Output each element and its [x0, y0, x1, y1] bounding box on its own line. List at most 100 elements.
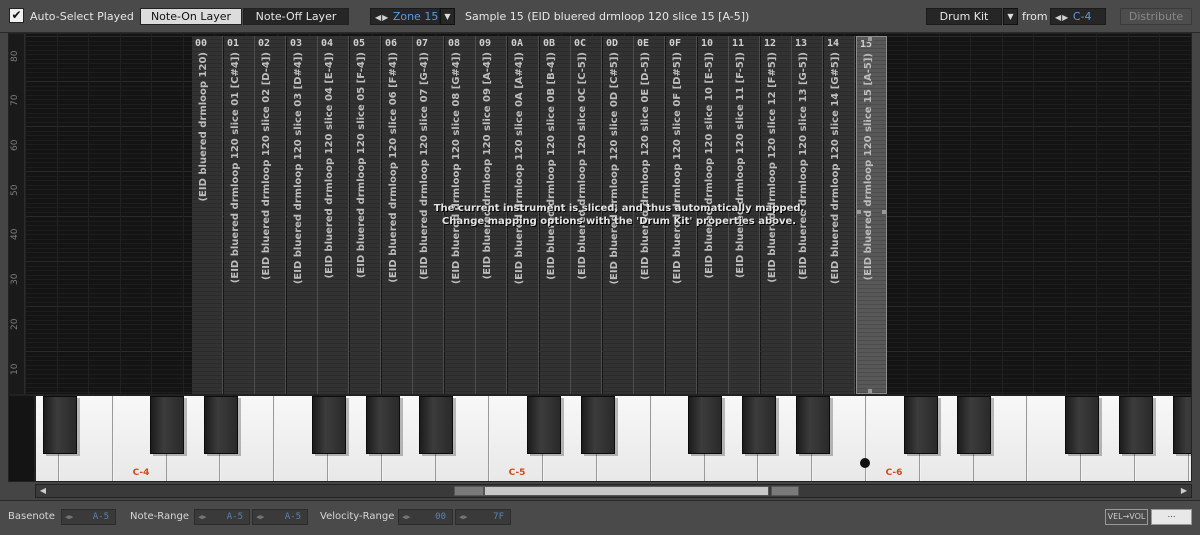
basenote-value: A-5	[92, 512, 109, 522]
sliced-instrument-message: The current instrument is sliced, and th…	[409, 202, 829, 228]
zone-sample-name: (EID bluered drmloop 120 slice 0C [C-5])	[577, 52, 588, 280]
velocity-tick-label: 80	[10, 50, 20, 62]
scroll-thumb-right-cap[interactable]	[771, 486, 799, 496]
from-note-field[interactable]: ◀▶ C-4	[1050, 8, 1106, 25]
basenote-arrows[interactable]: ◀▶	[62, 513, 73, 521]
zone-index-label: 04	[321, 38, 334, 49]
zone-sample-name: (EID bluered drmloop 120)	[198, 52, 209, 202]
zone-sample-name: (EID bluered drmloop 120 slice 0B [B-4])	[546, 52, 557, 280]
note-range-high-field[interactable]: ◀▶ A-5	[252, 509, 308, 525]
velocity-high-arrows[interactable]: ◀▶	[456, 513, 467, 521]
basenote-field[interactable]: ◀▶ A-5	[61, 509, 116, 525]
velocity-tick-label: 70	[10, 94, 20, 106]
from-note-value: C-4	[1072, 10, 1092, 23]
piano-keyboard[interactable]: C-4 C-5 C-6	[35, 395, 1192, 482]
zone-resize-handle[interactable]	[857, 209, 862, 215]
velocity-high-value: 7F	[493, 512, 504, 522]
sample-title: Sample 15 (EID bluered drmloop 120 slice…	[465, 10, 750, 23]
zone-sample-name: (EID bluered drmloop 120 slice 12 [F#5])	[767, 52, 778, 283]
black-key[interactable]	[742, 396, 776, 454]
black-key[interactable]	[43, 396, 77, 454]
message-line-1: The current instrument is sliced, and th…	[433, 203, 805, 214]
scroll-right-arrow-icon[interactable]: ▶	[1178, 486, 1190, 496]
zone-index-label: 01	[227, 38, 240, 49]
zone-index-label: 00	[195, 38, 208, 49]
vel-to-vol-toggle[interactable]: VEL→VOL	[1105, 509, 1148, 525]
zone-sample-name: (EID bluered drmloop 120 slice 13 [G-5])	[798, 52, 809, 280]
zone-selector[interactable]: ◀▶ Zone 15	[370, 8, 440, 25]
black-key[interactable]	[1065, 396, 1099, 454]
zone-index-label: 0A	[511, 38, 524, 49]
grid-column-line	[1002, 34, 1003, 394]
grid-column-line	[120, 34, 121, 394]
zone-sample-name: (EID bluered drmloop 120 slice 0D [C#5])	[609, 52, 620, 285]
auto-select-checkbox[interactable]: ✔	[9, 8, 24, 23]
zone-sample-name: (EID bluered drmloop 120 slice 14 [G#5])	[830, 52, 841, 285]
zone-column[interactable]: 03 (EID bluered drmloop 120 slice 03 [D#4…	[287, 36, 318, 394]
zone-resize-handle[interactable]	[881, 209, 886, 215]
black-key[interactable]	[688, 396, 722, 454]
zone-resize-handle[interactable]	[867, 388, 873, 393]
velocity-low-arrows[interactable]: ◀▶	[399, 513, 410, 521]
note-off-layer-button[interactable]: Note-Off Layer	[243, 8, 349, 25]
zone-column[interactable]: 15 (EID bluered drmloop 120 slice 15 [A-5…	[856, 36, 887, 394]
zone-column[interactable]: 01 (EID bluered drmloop 120 slice 01 [C#4…	[224, 36, 255, 394]
black-key[interactable]	[419, 396, 453, 454]
from-note-arrows[interactable]: ◀▶	[1051, 13, 1069, 22]
zone-index-label: 14	[827, 38, 840, 49]
distribute-button[interactable]: Distribute	[1120, 8, 1192, 25]
black-key[interactable]	[957, 396, 991, 454]
black-key[interactable]	[581, 396, 615, 454]
black-key[interactable]	[796, 396, 830, 454]
velocity-tick-label: 60	[10, 139, 20, 151]
basenote-label: Basenote	[8, 511, 55, 522]
zone-index-label: 0B	[543, 38, 556, 49]
note-range-low-field[interactable]: ◀▶ A-5	[194, 509, 250, 525]
zone-column[interactable]: 05 (EID bluered drmloop 120 slice 05 [F-4…	[350, 36, 381, 394]
zone-column[interactable]: 02 (EID bluered drmloop 120 slice 02 [D-4…	[255, 36, 286, 394]
keyzone-grid[interactable]: 80 70 60 50 40 30 20 10 00 (EID bluered drmloop …	[8, 33, 1192, 395]
drum-kit-selector[interactable]: Drum Kit	[926, 8, 1002, 25]
scroll-left-arrow-icon[interactable]: ◀	[37, 486, 49, 496]
zone-sample-name: (EID bluered drmloop 120 slice 02 [D-4])	[261, 52, 272, 281]
black-key[interactable]	[1173, 396, 1191, 454]
grid-column-line	[1191, 34, 1192, 394]
velocity-tick-label: 50	[10, 184, 20, 196]
drum-kit-dropdown-chevron-icon[interactable]: ▼	[1003, 8, 1018, 25]
zone-index-label: 0F	[669, 38, 682, 49]
note-range-low-arrows[interactable]: ◀▶	[195, 513, 206, 521]
horizontal-scrollbar[interactable]: ◀ ▶	[35, 484, 1192, 498]
black-key[interactable]	[150, 396, 184, 454]
zone-sample-name: (EID bluered drmloop 120 slice 01 [C#4])	[230, 52, 241, 284]
black-key[interactable]	[204, 396, 238, 454]
black-key[interactable]	[366, 396, 400, 454]
zone-resize-handle[interactable]	[867, 37, 873, 42]
grid-column-line	[1128, 34, 1129, 394]
note-range-high-arrows[interactable]: ◀▶	[253, 513, 264, 521]
envelope-toggle[interactable]: ⋯	[1151, 509, 1192, 525]
scroll-thumb[interactable]	[484, 486, 769, 496]
black-key[interactable]	[312, 396, 346, 454]
velocity-high-field[interactable]: ◀▶ 7F	[455, 509, 511, 525]
scroll-thumb-left-cap[interactable]	[454, 486, 484, 496]
zone-prev-next-arrows[interactable]: ◀▶	[371, 13, 389, 22]
grid-column-line	[907, 34, 908, 394]
velocity-low-field[interactable]: ◀▶ 00	[398, 509, 453, 525]
black-key[interactable]	[904, 396, 938, 454]
zone-dropdown-chevron-icon[interactable]: ▼	[440, 8, 455, 25]
grid-column-line	[88, 34, 89, 394]
grid-column-line	[1065, 34, 1066, 394]
velocity-range-label: Velocity-Range	[320, 511, 395, 522]
base-note-marker	[860, 458, 870, 468]
zone-column[interactable]: 00 (EID bluered drmloop 120)	[192, 36, 223, 394]
zone-sample-name: (EID bluered drmloop 120 slice 09 [A-4])	[482, 52, 493, 280]
note-on-layer-button[interactable]: Note-On Layer	[140, 8, 242, 25]
black-key[interactable]	[527, 396, 561, 454]
zone-index-label: 05	[353, 38, 366, 49]
zone-column[interactable]: 04 (EID bluered drmloop 120 slice 04 [E-4…	[318, 36, 349, 394]
zone-index-label: 12	[764, 38, 777, 49]
grid-column-line	[151, 34, 152, 394]
black-key[interactable]	[1119, 396, 1153, 454]
keyboard-left-gutter	[8, 395, 35, 482]
grid-column-line	[25, 34, 26, 394]
